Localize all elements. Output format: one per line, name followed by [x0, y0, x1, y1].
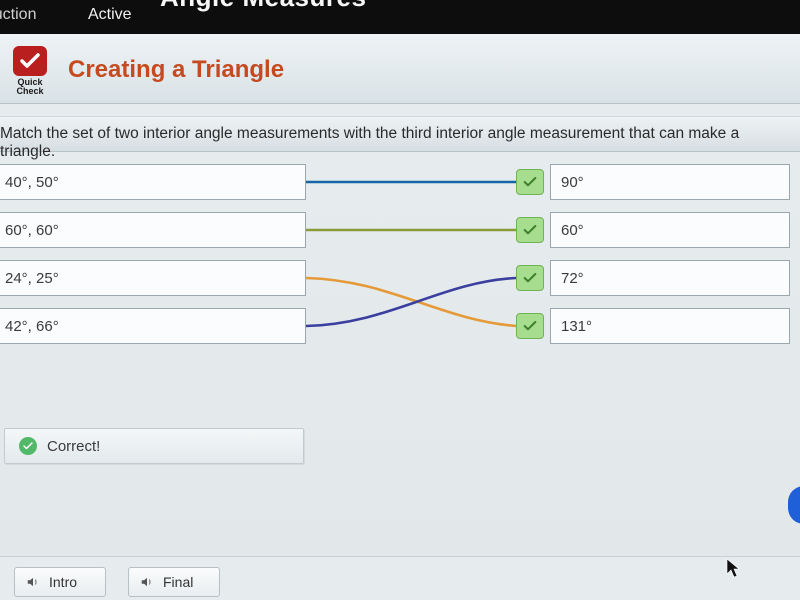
- audio-bar: Intro Final: [0, 556, 800, 600]
- left-option-1[interactable]: 60°, 60°: [0, 212, 306, 248]
- checkmark-badge-icon: [13, 46, 47, 76]
- page-title: Creating a Triangle: [68, 56, 284, 84]
- quick-check-label-2: Check: [8, 87, 52, 96]
- speaker-icon: [25, 575, 41, 589]
- partial-heading: Angle Measures: [160, 0, 366, 13]
- match-correct-icon: [516, 169, 544, 195]
- app-top-bar: truction Active Angle Measures: [0, 0, 800, 34]
- right-option-2[interactable]: 72°: [550, 260, 790, 296]
- left-option-0[interactable]: 40°, 50°: [0, 164, 306, 200]
- side-handle[interactable]: [788, 486, 800, 524]
- audio-intro-button[interactable]: Intro: [14, 567, 106, 597]
- feedback-banner: Correct!: [4, 428, 304, 464]
- match-correct-icon: [516, 217, 544, 243]
- breadcrumb-active[interactable]: Active: [88, 6, 132, 24]
- right-option-1[interactable]: 60°: [550, 212, 790, 248]
- breadcrumb-instruction[interactable]: truction: [0, 6, 36, 24]
- quick-check-badge: Quick Check: [8, 46, 52, 97]
- feedback-text: Correct!: [47, 438, 100, 455]
- match-correct-icon: [516, 265, 544, 291]
- left-option-2[interactable]: 24°, 25°: [0, 260, 306, 296]
- audio-final-button[interactable]: Final: [128, 567, 220, 597]
- matching-area: 40°, 50° 60°, 60° 24°, 25° 42°, 66° 90° …: [0, 152, 800, 452]
- right-option-3[interactable]: 131°: [550, 308, 790, 344]
- audio-intro-label: Intro: [49, 574, 77, 590]
- correct-check-icon: [19, 437, 37, 455]
- match-correct-icon: [516, 313, 544, 339]
- left-option-3[interactable]: 42°, 66°: [0, 308, 306, 344]
- audio-final-label: Final: [163, 574, 193, 590]
- speaker-icon: [139, 575, 155, 589]
- right-option-0[interactable]: 90°: [550, 164, 790, 200]
- instruction-text: Match the set of two interior angle meas…: [0, 116, 800, 152]
- lesson-header: Quick Check Creating a Triangle: [0, 34, 800, 104]
- cursor-icon: [726, 558, 740, 578]
